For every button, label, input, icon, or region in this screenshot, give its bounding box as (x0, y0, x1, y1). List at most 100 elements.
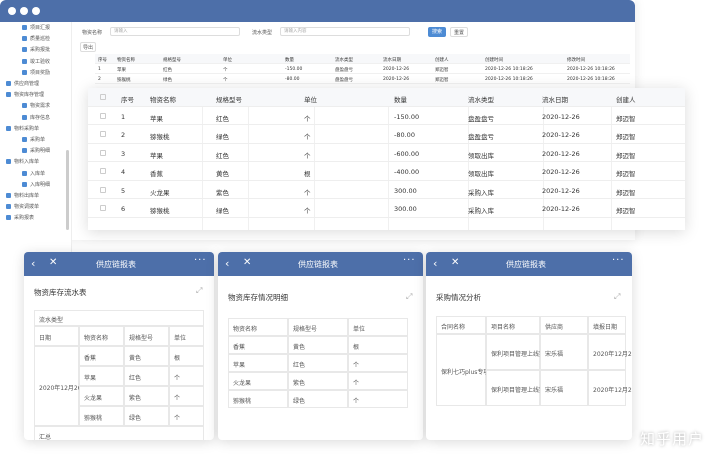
menu-icon (6, 204, 11, 210)
window-dot-icon[interactable] (8, 7, 16, 15)
table-cell: -400.00 (394, 168, 420, 176)
report-card-stock-detail: ‹ ✕ 供应链报表 ··· 物资库存情况明细 ⤢ 物资名称 规格型号 单位 香蕉 黄色 根苹… (218, 252, 423, 440)
sidebar-item-label: 采购报批 (30, 47, 51, 54)
more-icon[interactable]: ··· (403, 255, 416, 266)
table-row[interactable]: 2 猕猴桃 绿色 个 -80.00 盘盈盘亏 2020-12-26 郑迈智 (88, 125, 685, 144)
sidebar-item[interactable]: 供应商管理 (6, 80, 39, 87)
more-icon[interactable]: ··· (194, 255, 207, 266)
table-row[interactable]: 6 猕猴桃 绿色 个 300.00 采购入库 2020-12-26 郑迈智 (88, 199, 685, 218)
sidebar-item[interactable]: 入库明细 (22, 181, 50, 188)
group-header: 流水类型 (34, 310, 204, 326)
table-cell: 苹果 (150, 114, 163, 123)
table-cell: 1 (121, 112, 126, 121)
table-cell: 郑迈智 (435, 78, 449, 83)
back-icon[interactable]: ‹ (31, 257, 35, 270)
close-icon[interactable]: ✕ (243, 257, 251, 268)
column-header[interactable]: 流水类型 (468, 94, 494, 104)
sidebar-item[interactable]: 物料出库单 (6, 192, 39, 199)
back-icon[interactable]: ‹ (433, 257, 437, 270)
table-cell: 4 (121, 168, 126, 176)
row-checkbox[interactable] (100, 112, 106, 119)
column-header: 填报日期 (588, 316, 626, 334)
table-cell: 香蕉 (150, 170, 163, 178)
table-cell: 2020-12-26 (383, 67, 410, 72)
expand-icon[interactable]: ⤢ (196, 286, 202, 296)
table-row[interactable]: 5 火龙果 紫色 个 300.00 采购入库 2020-12-26 郑迈智 (88, 181, 685, 199)
column-header[interactable]: 创建人 (616, 94, 636, 104)
menu-icon (6, 193, 11, 198)
window-dot-icon[interactable] (20, 7, 28, 15)
column-header[interactable]: 规格型号 (216, 94, 242, 104)
table-row[interactable]: 3 苹果 红色 个 -600.00 领取出库 2020-12-26 郑迈智 (88, 144, 685, 162)
row-checkbox[interactable] (100, 149, 106, 156)
row-checkbox[interactable] (100, 186, 106, 193)
close-icon[interactable]: ✕ (451, 257, 459, 268)
sidebar-item[interactable]: 物资调拨单 (6, 203, 39, 210)
sidebar-item[interactable]: 入库单 (22, 170, 45, 177)
menu-icon (22, 148, 27, 154)
table-cell: 2020-12-26 (542, 112, 580, 121)
expand-icon[interactable]: ⤢ (406, 292, 412, 302)
filter-label: 流水类型 (252, 30, 273, 36)
expand-icon[interactable]: ⤢ (614, 292, 620, 302)
column-header: 物资名称 (228, 318, 288, 336)
table-cell: 绿色 (216, 133, 229, 141)
table-row[interactable]: 1 苹果 红色 个 -150.00 盘盈盘亏 2020-12-26 郑迈智 2020-12-26… (95, 64, 630, 74)
sidebar-item-label: 供应商管理 (14, 81, 40, 87)
sidebar-item[interactable]: 采购明细 (22, 147, 50, 154)
sidebar-scrollbar[interactable] (66, 150, 69, 230)
material-input[interactable]: 请输入 (110, 27, 240, 36)
card-title: 物资库存情况明细 (228, 293, 288, 302)
table-cell: 个 (169, 366, 204, 386)
sidebar-item[interactable]: 物料入库单 (6, 158, 39, 165)
table-cell: 保利项目管理上线实施项目 (486, 334, 563, 370)
table-cell: 绿色 (124, 406, 169, 426)
sidebar-item[interactable]: 项目汇报 (22, 24, 50, 31)
search-button[interactable]: 搜索 (428, 27, 446, 37)
reset-button[interactable]: 重置 (450, 27, 468, 37)
column-header: 流水日期 (383, 58, 401, 63)
back-icon[interactable]: ‹ (225, 257, 229, 270)
sidebar-item[interactable]: 物资需求 (22, 102, 50, 109)
table-cell-text: 红色 (129, 375, 142, 382)
report-card-stock-flow: ‹ ✕ 供应链报表 ··· 物资库存流水表 ⤢ 流水类型 日期 物资名称 规格型号 单位 2… (24, 252, 214, 440)
column-header[interactable]: 数量 (394, 94, 407, 104)
close-icon[interactable]: ✕ (49, 257, 57, 268)
sidebar-item[interactable]: 竣工验收 (22, 58, 50, 65)
table-cell: 个 (348, 354, 408, 372)
table-cell-text: 根 (353, 344, 360, 351)
table-cell: 300.00 (394, 186, 417, 195)
column-header-label: 规格型号 (293, 326, 318, 333)
table-row[interactable]: 1 苹果 红色 个 -150.00 盘盈盘亏 2020-12-26 郑迈智 (88, 107, 685, 125)
column-header-label: 供应商 (545, 324, 564, 331)
column-header[interactable]: 序号 (121, 94, 134, 104)
row-checkbox[interactable] (100, 168, 106, 174)
sidebar-item[interactable]: 物料采购单 (6, 125, 39, 132)
menu-icon (22, 114, 27, 120)
select-all-checkbox[interactable] (100, 94, 106, 100)
sidebar-item[interactable]: 项目奖励 (22, 69, 50, 76)
sidebar-item[interactable]: 采购报批 (22, 46, 50, 53)
window-dot-icon[interactable] (32, 7, 40, 15)
table-cell: 根 (169, 346, 204, 366)
column-header-label: 规格型号 (129, 335, 154, 342)
row-checkbox[interactable] (100, 205, 106, 211)
sidebar-item-label: 质量巡检 (30, 36, 51, 43)
more-icon[interactable]: ··· (612, 255, 625, 266)
export-button[interactable]: 导出 (80, 42, 96, 52)
sidebar-item-label: 采购明细 (30, 148, 51, 155)
table-cell: 个 (348, 372, 408, 390)
sidebar-item[interactable]: 质量巡检 (22, 35, 50, 42)
column-header[interactable]: 物资名称 (150, 94, 176, 104)
table-cell-text: 2020年12月26日 (593, 387, 632, 394)
table-row[interactable]: 2 猕猴桃 绿色 个 -80.00 盘盈盘亏 2020-12-26 郑迈智 2020-12-26… (95, 74, 630, 84)
row-checkbox[interactable] (100, 131, 106, 137)
table-row[interactable]: 4 香蕉 黄色 根 -400.00 领取出库 2020-12-26 郑迈智 (88, 162, 685, 181)
sidebar-item[interactable]: 采购报表 (6, 214, 34, 221)
sidebar-item[interactable]: 物资库存管理 (6, 91, 44, 98)
sidebar-item[interactable]: 库存信息 (22, 114, 50, 121)
column-header[interactable]: 流水日期 (542, 94, 568, 104)
sidebar-item[interactable]: 采购单 (22, 136, 45, 143)
column-header[interactable]: 单位 (304, 94, 317, 104)
flow-type-input[interactable]: 请输入内容 (280, 27, 410, 36)
